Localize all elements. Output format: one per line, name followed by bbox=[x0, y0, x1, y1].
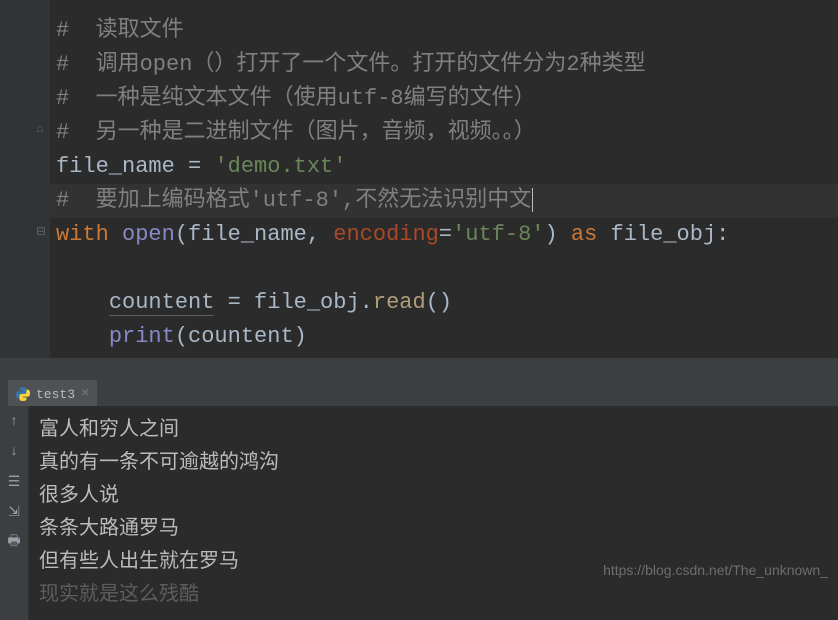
keyword-as: as bbox=[571, 222, 597, 247]
fold-icon[interactable]: ⌂ bbox=[36, 122, 43, 136]
variable: countent bbox=[109, 290, 215, 316]
comma: , bbox=[307, 222, 333, 247]
output-line: 很多人说 bbox=[39, 480, 828, 513]
builtin-print: print bbox=[109, 324, 175, 349]
output-line: 富人和穷人之间 bbox=[39, 414, 828, 447]
stop-button[interactable]: ↓ bbox=[4, 442, 24, 462]
keyword-with: with bbox=[56, 222, 109, 247]
variable: file_name bbox=[56, 154, 175, 179]
run-toolbar: ↑ ↓ ☰ ⇲ 🖶 bbox=[0, 406, 28, 620]
code-editor[interactable]: ⌂ ⊟ # 读取文件 # 调用open（）打开了一个文件。打开的文件分为2种类型… bbox=[0, 0, 838, 358]
run-tab-label: test3 bbox=[36, 387, 75, 402]
operator: = bbox=[214, 290, 254, 315]
python-icon bbox=[16, 387, 30, 401]
paren: ) bbox=[294, 324, 307, 349]
comment-line: # 读取文件 bbox=[56, 18, 184, 43]
rerun-button[interactable]: ↑ bbox=[4, 412, 24, 432]
close-icon[interactable]: × bbox=[81, 386, 89, 402]
method-read: read bbox=[373, 290, 426, 315]
variable: file_obj bbox=[611, 222, 717, 247]
string-literal: 'demo.txt' bbox=[214, 154, 346, 179]
paren: () bbox=[426, 290, 452, 315]
equals: = bbox=[439, 222, 452, 247]
console-output[interactable]: 富人和穷人之间 真的有一条不可逾越的鸿沟 很多人说 条条大路通罗马 但有些人出生… bbox=[28, 406, 838, 620]
paren: ) bbox=[545, 222, 558, 247]
collapse-icon[interactable]: ⊟ bbox=[36, 224, 46, 239]
watermark-text: https://blog.csdn.net/The_unknown_ bbox=[603, 562, 828, 578]
run-tab[interactable]: test3 × bbox=[8, 380, 97, 406]
comment-line: # 要加上编码格式'utf-8',不然无法识别中文 bbox=[56, 188, 531, 213]
kwarg-name: encoding bbox=[333, 222, 439, 247]
output-line: 真的有一条不可逾越的鸿沟 bbox=[39, 447, 828, 480]
object: file_obj bbox=[254, 290, 360, 315]
builtin-open: open bbox=[122, 222, 175, 247]
editor-gutter: ⌂ ⊟ bbox=[0, 0, 50, 358]
code-content[interactable]: # 读取文件 # 调用open（）打开了一个文件。打开的文件分为2种类型 # 一… bbox=[50, 0, 838, 358]
export-button[interactable]: ⇲ bbox=[4, 502, 24, 522]
string-literal: 'utf-8' bbox=[452, 222, 544, 247]
print-button[interactable]: 🖶 bbox=[4, 532, 24, 552]
operator: = bbox=[175, 154, 215, 179]
paren: ( bbox=[175, 222, 188, 247]
paren: ( bbox=[175, 324, 188, 349]
colon: : bbox=[716, 222, 729, 247]
comment-line: # 一种是纯文本文件（使用utf-8编写的文件） bbox=[56, 86, 536, 111]
text-cursor bbox=[532, 188, 533, 212]
argument: file_name bbox=[188, 222, 307, 247]
dot: . bbox=[360, 290, 373, 315]
argument: countent bbox=[188, 324, 294, 349]
comment-line: # 调用open（）打开了一个文件。打开的文件分为2种类型 bbox=[56, 52, 646, 77]
comment-line: # 另一种是二进制文件（图片，音频，视频。。） bbox=[56, 120, 536, 145]
panel-divider[interactable] bbox=[0, 358, 838, 380]
run-tab-bar: test3 × bbox=[0, 380, 838, 406]
scroll-button[interactable]: ☰ bbox=[4, 472, 24, 492]
output-line: 条条大路通罗马 bbox=[39, 513, 828, 546]
